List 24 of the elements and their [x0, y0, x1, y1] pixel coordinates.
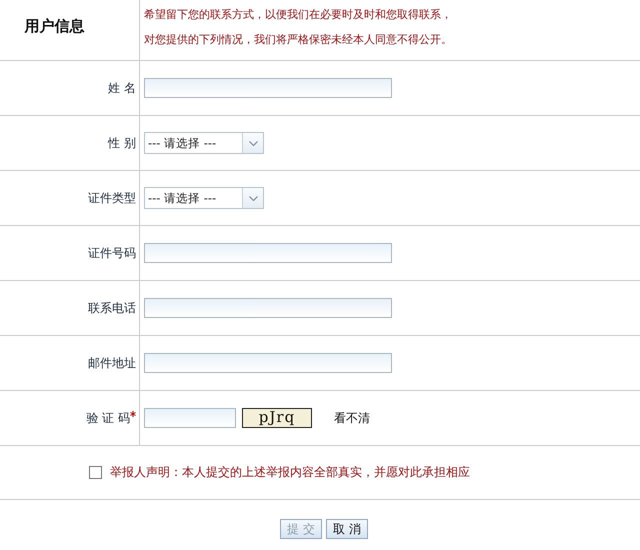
field-label: 邮件地址 [88, 354, 136, 372]
chevron-down-icon [248, 140, 258, 146]
field-label: 证件类型 [88, 190, 136, 206]
select-dropdown[interactable]: --- 请选择 --- [144, 187, 264, 209]
notice-text: 希望留下您的联系方式，以便我们在必要时及时和您取得联系， [144, 7, 452, 23]
form-button[interactable]: 取 消 [326, 519, 368, 539]
select-dropdown[interactable]: --- 请选择 --- [144, 132, 264, 154]
refresh-link[interactable]: 看不清 [334, 410, 370, 426]
input-field[interactable] [144, 298, 392, 318]
notice-text: 对您提供的下列情况，我们将严格保密未经本人同意不得公开。 [144, 32, 452, 48]
section-title: 用户信息 [24, 16, 84, 36]
field-label: 性 别 [108, 134, 136, 152]
declaration-text: 举报人声明：本人提交的上述举报内容全部真实，并愿对此承担相应 [110, 464, 470, 481]
field-label: 联系电话 [88, 300, 136, 316]
input-field[interactable] [144, 78, 392, 98]
field-label: 验 证 码 [86, 410, 130, 426]
field-label: 证件号码 [88, 244, 136, 262]
chevron-down-icon [248, 196, 258, 200]
checkbox[interactable] [89, 466, 102, 479]
input-field[interactable] [144, 353, 392, 373]
field-label: 姓 名 [108, 80, 136, 96]
input-field[interactable] [144, 243, 392, 263]
input-field[interactable] [144, 408, 236, 428]
captcha-image: pJrq [242, 408, 312, 428]
